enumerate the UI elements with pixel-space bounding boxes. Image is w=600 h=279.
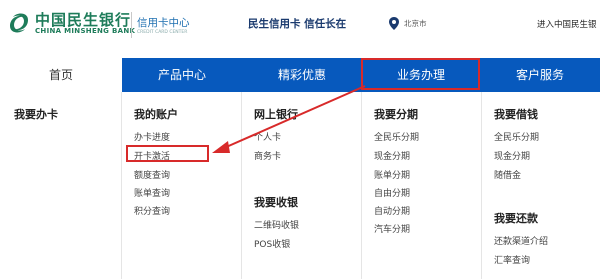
link-pos-cashier[interactable]: POS收银 bbox=[254, 237, 290, 250]
link-personal-card[interactable]: 个人卡 bbox=[254, 130, 281, 143]
link-cash-installment[interactable]: 现金分期 bbox=[374, 149, 410, 162]
column-divider bbox=[361, 92, 362, 279]
column-divider bbox=[481, 92, 482, 279]
group-title-apply-card[interactable]: 我要办卡 bbox=[14, 106, 58, 122]
link-free-installment[interactable]: 自由分期 bbox=[374, 186, 410, 199]
city-selector[interactable]: 北京市 bbox=[404, 18, 427, 29]
nav-products[interactable]: 产品中心 bbox=[122, 58, 242, 92]
column-divider bbox=[121, 92, 122, 279]
group-title-my-account[interactable]: 我的账户 bbox=[134, 106, 178, 122]
card-center-en: CREDIT CARD CENTER bbox=[137, 30, 188, 35]
enter-bank-link[interactable]: 进入中国民生银 bbox=[537, 18, 597, 30]
link-auto-installment[interactable]: 自动分期 bbox=[374, 204, 410, 217]
link-suijiejin[interactable]: 随借金 bbox=[494, 168, 521, 181]
link-qr-cashier[interactable]: 二维码收银 bbox=[254, 218, 299, 231]
link-repayment-channels[interactable]: 还款渠道介绍 bbox=[494, 234, 548, 247]
link-quanminle-installment[interactable]: 全民乐分期 bbox=[374, 130, 419, 143]
group-title-cashier[interactable]: 我要收银 bbox=[254, 194, 298, 210]
group-title-online-banking[interactable]: 网上银行 bbox=[254, 106, 298, 122]
column-divider bbox=[241, 92, 242, 279]
header-slogan: 民生信用卡 信任长在 bbox=[248, 18, 347, 30]
header-bar: 中国民生银行 CHINA MINSHENG BANK 信用卡中心 CREDIT … bbox=[0, 0, 600, 58]
nav-offers[interactable]: 精彩优惠 bbox=[242, 58, 362, 92]
link-points-query[interactable]: 积分查询 bbox=[134, 204, 170, 217]
group-title-borrow[interactable]: 我要借钱 bbox=[494, 106, 538, 122]
group-title-repayment[interactable]: 我要还款 bbox=[494, 210, 538, 226]
link-bill-query[interactable]: 账单查询 bbox=[134, 186, 170, 199]
nav-customer-service[interactable]: 客户服务 bbox=[480, 58, 600, 92]
link-cash-loan[interactable]: 现金分期 bbox=[494, 149, 530, 162]
minsheng-logo-icon[interactable] bbox=[6, 10, 32, 36]
nav-home[interactable]: 首页 bbox=[0, 58, 122, 92]
link-credit-limit[interactable]: 额度查询 bbox=[134, 168, 170, 181]
header-divider bbox=[131, 12, 132, 38]
bank-name-en[interactable]: CHINA MINSHENG BANK bbox=[35, 27, 135, 35]
link-application-progress[interactable]: 办卡进度 bbox=[134, 130, 170, 143]
link-quanminle-loan[interactable]: 全民乐分期 bbox=[494, 130, 539, 143]
main-nav: 首页 产品中心 精彩优惠 业务办理 客户服务 bbox=[0, 58, 600, 92]
group-title-installments[interactable]: 我要分期 bbox=[374, 106, 418, 122]
activation-highlight-box bbox=[126, 145, 209, 162]
card-center-cn: 信用卡中心 bbox=[137, 17, 190, 29]
nav-highlight-box bbox=[361, 58, 480, 90]
link-business-card[interactable]: 商务卡 bbox=[254, 149, 281, 162]
link-car-installment[interactable]: 汽车分期 bbox=[374, 222, 410, 235]
link-exchange-rate[interactable]: 汇率查询 bbox=[494, 253, 530, 266]
link-bill-installment[interactable]: 账单分期 bbox=[374, 168, 410, 181]
location-pin-icon[interactable] bbox=[389, 17, 399, 30]
